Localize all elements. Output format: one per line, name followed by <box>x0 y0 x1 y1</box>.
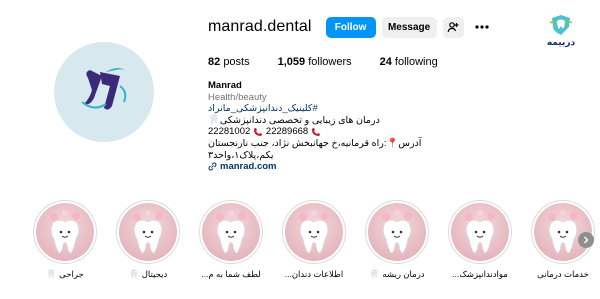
phone-icon <box>312 127 321 136</box>
link-icon <box>208 162 217 171</box>
phone-icon <box>254 127 263 136</box>
chevron-right-icon <box>584 236 589 244</box>
watermark-text: دربیمه <box>546 37 576 47</box>
profile-stats: 82 posts 1,059 followers 24 following <box>208 56 466 68</box>
bio-address: آدرس📍:راه قرمانیه،خ جهانبخش نژاد، جنب نا… <box>208 137 422 161</box>
manrad-logo-avatar <box>81 68 128 110</box>
followers-stat[interactable]: 1,059 followers <box>278 56 352 68</box>
bio-hashtag[interactable]: #کلینیک_دندانپزشکی_مانراد <box>208 103 488 115</box>
highlight-label: خدمات درمانی <box>537 269 589 279</box>
highlight-ring <box>448 200 512 264</box>
profile-category: Health/beauty <box>208 91 267 103</box>
more-dots-icon <box>474 25 489 29</box>
posts-stat: 82 posts <box>208 56 250 68</box>
website-link[interactable]: manrad.com <box>208 161 488 173</box>
highlight-ring <box>282 200 346 264</box>
profile-name: Manrad <box>208 80 242 91</box>
following-count: 24 <box>379 56 392 68</box>
tooth-icon <box>50 210 80 254</box>
message-button[interactable]: Message <box>381 16 437 38</box>
posts-count: 82 <box>208 56 221 68</box>
highlight-label: اطلاعات دندان... <box>284 269 344 279</box>
posts-label: posts <box>223 56 250 68</box>
username: manrad.dental <box>208 18 312 35</box>
suggest-button[interactable] <box>442 16 464 38</box>
following-stat[interactable]: 24 following <box>380 56 438 68</box>
tooth-icon <box>299 210 329 254</box>
highlight-item[interactable]: جراحی 🦷 <box>29 200 101 280</box>
tooth-icon <box>133 210 163 254</box>
highlight-label: درمان ریشه 🦷 <box>369 269 425 279</box>
phone-line-2: 22289668 <box>266 126 321 138</box>
highlight-label: جراحی 🦷 <box>46 269 84 279</box>
highlight-item[interactable]: موادندانپزشک... <box>444 200 516 280</box>
highlight-item[interactable]: دیجیتال 🦷 <box>112 200 184 280</box>
highlight-item[interactable]: اطلاعات دندان... <box>278 200 350 280</box>
highlight-cover <box>119 203 177 261</box>
tooth-icon <box>382 210 412 254</box>
bio: Manrad Health/beauty #کلینیک_دندانپزشکی_… <box>208 80 488 173</box>
highlight-cover <box>368 203 426 261</box>
highlights-row: خدمات درمانی موادندانپزشک... درمان ریشه 🦷 ا… <box>0 200 600 290</box>
tooth-icon <box>216 210 246 254</box>
profile-header: manrad.dental Follow Message <box>208 16 491 38</box>
highlights-next-button[interactable] <box>578 232 594 248</box>
add-person-icon <box>447 22 459 33</box>
followers-count: 1,059 <box>277 56 306 68</box>
highlight-cover <box>285 203 343 261</box>
highlight-ring <box>199 200 263 264</box>
tooth-icon <box>465 210 495 254</box>
highlight-label: لطف شما به م... <box>201 269 261 279</box>
highlight-label: دیجیتال 🦷 <box>128 269 168 279</box>
avatar[interactable] <box>54 42 154 142</box>
follow-button[interactable]: Follow <box>325 16 376 38</box>
phone-line-1: 22281002 <box>208 126 263 138</box>
highlight-ring <box>365 200 429 264</box>
website-link-text: manrad.com <box>220 161 277 173</box>
highlight-item[interactable]: درمان ریشه 🦷 <box>361 200 433 280</box>
bio-line: درمان های زیبایی و تخصصی دندانپزشکی🦷 <box>208 114 380 126</box>
following-label: following <box>394 56 438 68</box>
highlight-label: موادندانپزشک... <box>452 269 508 279</box>
highlight-cover <box>36 203 94 261</box>
more-button[interactable] <box>473 17 491 38</box>
highlight-item[interactable]: لطف شما به م... <box>195 200 267 280</box>
followers-label: followers <box>308 56 352 68</box>
phone-2: 22289668 <box>265 126 309 138</box>
watermark-logo: دربیمه <box>532 14 590 54</box>
phone-1: 22281002 <box>208 126 251 138</box>
highlight-cover <box>451 203 509 261</box>
highlight-cover <box>202 203 260 261</box>
shield-tooth-logo-icon <box>549 15 573 35</box>
highlight-ring <box>33 200 97 264</box>
highlight-ring <box>116 200 180 264</box>
